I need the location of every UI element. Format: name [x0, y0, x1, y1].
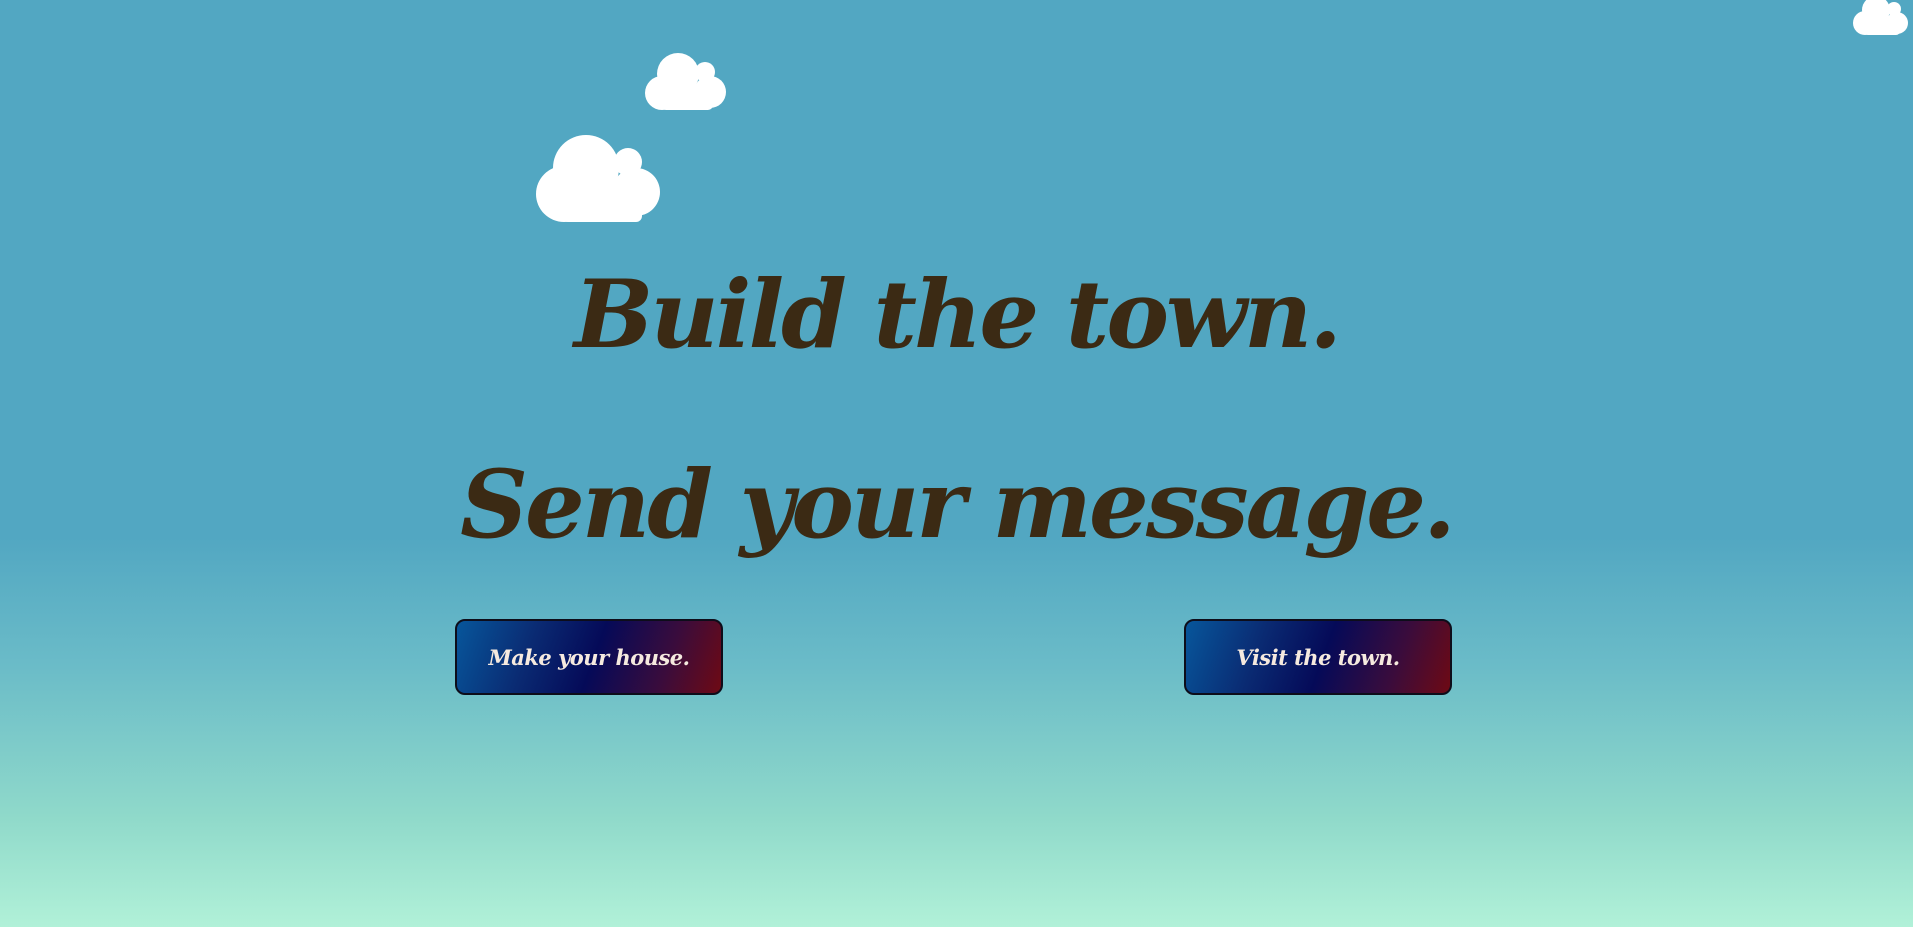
cloud-icon: [645, 53, 726, 110]
visit-the-town-button[interactable]: Visit the town.: [1184, 619, 1452, 695]
cloud-icon: [536, 135, 660, 222]
headline-build-the-town: Build the town.: [573, 260, 1342, 370]
headline-send-your-message: Send your message.: [460, 450, 1456, 560]
cloud-icon: [1853, 0, 1908, 35]
make-your-house-button[interactable]: Make your house.: [455, 619, 723, 695]
